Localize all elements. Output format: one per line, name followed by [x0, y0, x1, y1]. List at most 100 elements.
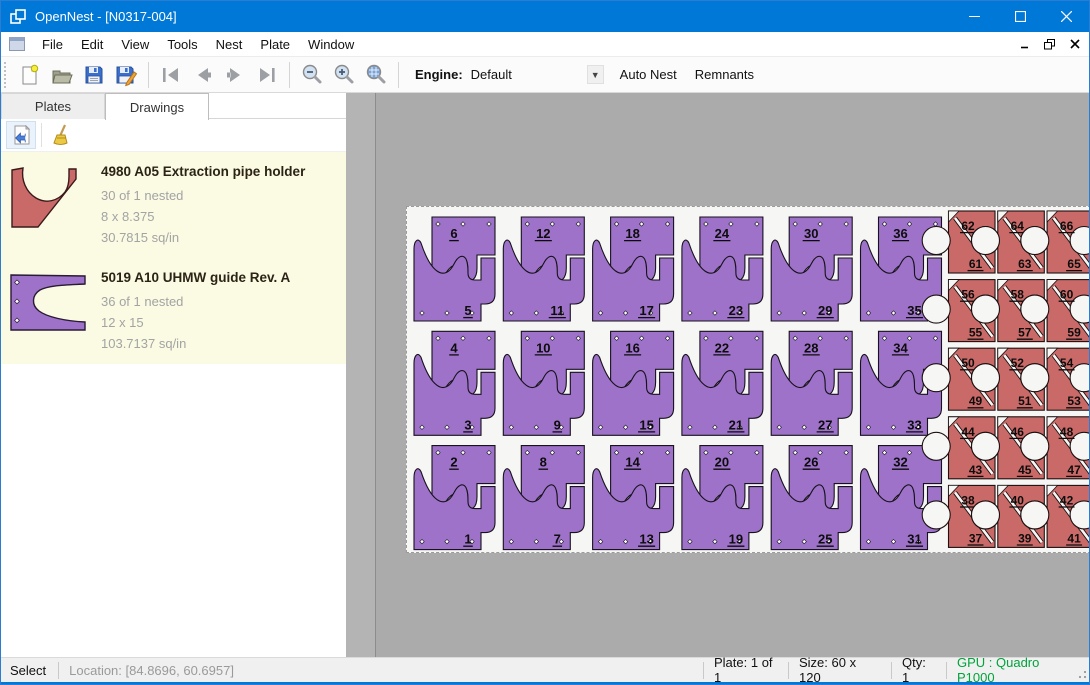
svg-text:60: 60 — [1060, 288, 1074, 302]
menu-view[interactable]: View — [112, 33, 158, 56]
svg-text:53: 53 — [1067, 394, 1081, 408]
mdi-restore-button[interactable] — [1039, 34, 1061, 54]
minimize-button[interactable] — [951, 1, 997, 32]
svg-text:37: 37 — [969, 531, 983, 545]
save-as-icon[interactable] — [110, 60, 142, 90]
svg-text:34: 34 — [893, 340, 908, 355]
svg-text:40: 40 — [1011, 493, 1025, 507]
drawings-panel: PlatesDrawings 4980 A05 Extraction pipe … — [1, 93, 346, 657]
svg-text:52: 52 — [1011, 356, 1025, 370]
menu-plate[interactable]: Plate — [251, 33, 299, 56]
svg-text:33: 33 — [907, 417, 921, 432]
svg-text:35: 35 — [907, 303, 921, 318]
svg-text:25: 25 — [818, 532, 832, 547]
close-button[interactable] — [1043, 1, 1089, 32]
import-drawing-icon[interactable] — [6, 121, 36, 149]
menu-file[interactable]: File — [33, 33, 72, 56]
drawing-area: 103.7137 sq/in — [101, 333, 338, 354]
remnants-button[interactable]: Remnants — [687, 61, 762, 88]
zoom-fit-icon[interactable] — [360, 60, 392, 90]
mdi-minimize-button[interactable] — [1014, 34, 1036, 54]
nested-part-pair[interactable]: 43 — [414, 331, 495, 435]
tab-drawings[interactable]: Drawings — [105, 93, 209, 120]
canvas-view[interactable]: 6512111817242330293635431091615222128273… — [375, 93, 1089, 657]
drawing-nested-count: 30 of 1 nested — [101, 185, 338, 206]
open-file-icon[interactable] — [46, 60, 78, 90]
svg-text:54: 54 — [1060, 356, 1074, 370]
nested-part-pair[interactable]: 2423 — [682, 217, 763, 321]
resize-grip[interactable] — [1075, 658, 1089, 682]
title-bar: OpenNest - [N0317-004] — [1, 1, 1089, 32]
nested-part-pair[interactable]: 87 — [503, 446, 584, 550]
go-previous-icon[interactable] — [187, 60, 219, 90]
svg-text:1: 1 — [464, 532, 471, 547]
engine-label: Engine: — [415, 67, 463, 82]
window-bottom-border — [1, 682, 1089, 684]
drawing-title: 5019 A10 UHMW guide Rev. A — [101, 270, 338, 285]
nested-part-pair[interactable]: 1817 — [593, 217, 674, 321]
svg-text:44: 44 — [961, 425, 975, 439]
nested-part-pair[interactable]: 2827 — [771, 331, 852, 435]
nested-part-pair[interactable]: 65 — [414, 217, 495, 321]
svg-text:55: 55 — [969, 326, 983, 340]
mdi-document-icon[interactable] — [9, 37, 25, 51]
clean-broom-icon[interactable] — [47, 121, 77, 149]
nested-part-pair[interactable]: 2019 — [682, 446, 763, 550]
drawing-item[interactable]: 4980 A05 Extraction pipe holder30 of 1 n… — [1, 152, 346, 258]
status-bar: Select Location: [84.8696, 60.6957] Plat… — [1, 657, 1089, 682]
svg-text:2: 2 — [450, 455, 457, 470]
svg-text:22: 22 — [715, 340, 729, 355]
svg-text:29: 29 — [818, 303, 832, 318]
nested-part-pair[interactable]: 30 29 — [771, 217, 852, 321]
svg-text:48: 48 — [1060, 425, 1074, 439]
svg-text:8: 8 — [540, 455, 547, 470]
nested-part-pair[interactable]: 2625 — [771, 446, 852, 550]
menu-tools[interactable]: Tools — [158, 33, 206, 56]
save-icon[interactable] — [78, 60, 110, 90]
svg-text:46: 46 — [1011, 425, 1025, 439]
status-plate: Plate: 1 of 1 — [704, 658, 788, 682]
go-first-icon[interactable] — [155, 60, 187, 90]
app-window: OpenNest - [N0317-004] FileEditViewTools… — [0, 0, 1090, 685]
svg-text:57: 57 — [1018, 326, 1032, 340]
menu-window[interactable]: Window — [299, 33, 363, 56]
menu-edit[interactable]: Edit — [72, 33, 112, 56]
drawing-list: 4980 A05 Extraction pipe holder30 of 1 n… — [1, 152, 346, 657]
status-location: Location: [84.8696, 60.6957] — [59, 658, 244, 682]
svg-text:7: 7 — [554, 532, 561, 547]
svg-text:47: 47 — [1067, 463, 1081, 477]
menu-nest[interactable]: Nest — [207, 33, 252, 56]
zoom-out-icon[interactable] — [296, 60, 328, 90]
nested-part-pair[interactable]: 1413 — [593, 446, 674, 550]
auto-nest-button[interactable]: Auto Nest — [612, 61, 685, 88]
new-document-icon[interactable] — [14, 60, 46, 90]
tab-plates[interactable]: Plates — [1, 93, 105, 119]
go-last-icon[interactable] — [251, 60, 283, 90]
nested-part-pair[interactable]: 1615 — [593, 331, 674, 435]
svg-text:3: 3 — [464, 417, 471, 432]
toolbar-grip[interactable] — [4, 62, 10, 88]
zoom-in-icon[interactable] — [328, 60, 360, 90]
nested-part-pair[interactable]: 21 — [414, 446, 495, 550]
nested-part-pair[interactable]: 109 — [503, 331, 584, 435]
nested-part-pair[interactable]: 1211 — [503, 217, 584, 321]
engine-select-value[interactable]: Default — [469, 67, 587, 82]
engine-dropdown-arrow-icon[interactable]: ▼ — [587, 65, 604, 84]
nested-part-pair[interactable]: 3231 — [861, 446, 942, 550]
svg-text:39: 39 — [1018, 531, 1032, 545]
svg-text:56: 56 — [961, 288, 975, 302]
svg-text:9: 9 — [554, 417, 561, 432]
nested-part-pair[interactable]: 2221 — [682, 331, 763, 435]
svg-text:14: 14 — [625, 455, 640, 470]
mdi-close-button[interactable] — [1064, 34, 1086, 54]
plate-sheet[interactable]: 6512111817242330293635431091615222128273… — [406, 206, 1089, 553]
nest-canvas[interactable]: 6512111817242330293635431091615222128273… — [346, 93, 1089, 657]
svg-text:6: 6 — [450, 226, 457, 241]
go-next-icon[interactable] — [219, 60, 251, 90]
svg-text:66: 66 — [1060, 219, 1074, 233]
svg-text:30: 30 — [804, 226, 818, 241]
maximize-button[interactable] — [997, 1, 1043, 32]
drawing-item[interactable]: 5019 A10 UHMW guide Rev. A36 of 1 nested… — [1, 258, 346, 364]
svg-text:62: 62 — [961, 219, 975, 233]
drawing-size: 8 x 8.375 — [101, 206, 338, 227]
